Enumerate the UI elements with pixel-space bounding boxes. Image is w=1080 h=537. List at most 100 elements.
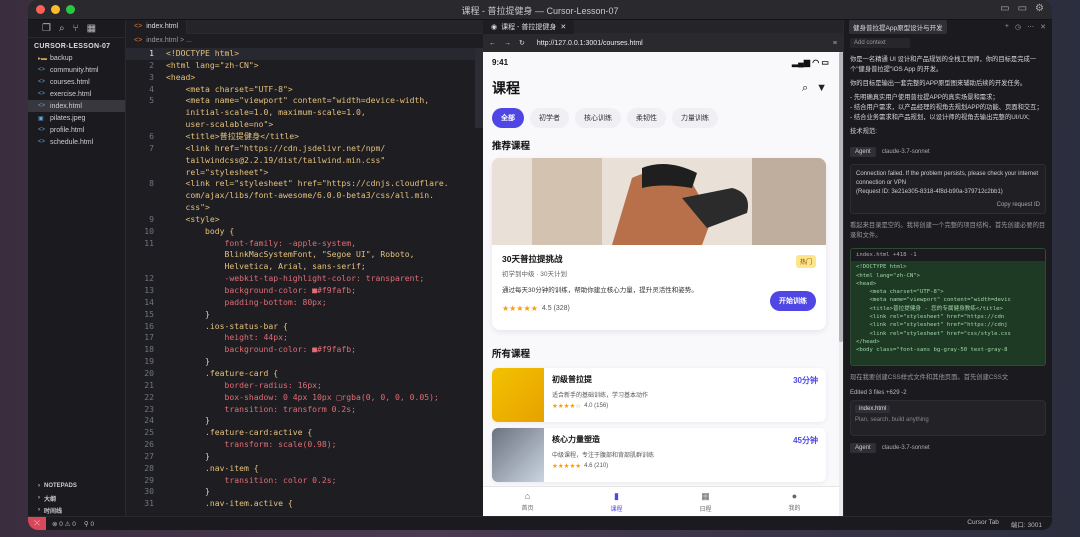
feature-card[interactable]: 30天普拉提挑战 初学到中级 · 30天计划 通过每天30分钟的训练，帮助你建立…: [492, 158, 826, 330]
search-icon[interactable]: ⌕: [59, 23, 65, 34]
file-item[interactable]: <> profile.html: [28, 124, 125, 136]
file-item[interactable]: <> exercise.html: [28, 88, 125, 100]
code-area[interactable]: 1 <!DOCTYPE html> 2 <html lang="zh-CN"> 3 <he…: [126, 48, 483, 516]
chip-beginner[interactable]: 初学者: [530, 108, 569, 128]
problems-status[interactable]: ⊗ 0 ⚠ 0: [52, 520, 76, 528]
code-line: transform: scale(0.98);: [166, 439, 337, 450]
chip-all[interactable]: 全部: [492, 108, 524, 128]
add-context-button[interactable]: Add context: [850, 38, 910, 48]
file-item[interactable]: <> index.html: [28, 100, 125, 112]
extensions-icon[interactable]: ▦: [87, 23, 96, 34]
html-file-icon: <>: [134, 23, 143, 30]
course-duration: 30分钟: [793, 376, 818, 385]
code-line: box-shadow: 0 4px 10px □rgba(0, 0, 0, 0.…: [166, 391, 439, 402]
port-status[interactable]: 端口: 3001: [1011, 519, 1042, 529]
file-item[interactable]: ▣ pilates.jpeg: [28, 112, 125, 124]
history-icon[interactable]: ◷: [1015, 23, 1021, 31]
start-training-button[interactable]: 开始训练: [770, 291, 816, 311]
line-number: 30: [144, 486, 154, 497]
code-diff-block[interactable]: index.html +418 -1 <!DOCTYPE html> <html …: [850, 248, 1046, 366]
model-select[interactable]: claude-3.7-sonnet: [882, 149, 930, 155]
chip-flexibility[interactable]: 柔韧性: [627, 108, 666, 128]
file-item[interactable]: <> schedule.html: [28, 136, 125, 148]
outline-section[interactable]: › 大纲: [28, 492, 125, 504]
chip-strength[interactable]: 力量训练: [672, 108, 718, 128]
nav-profile[interactable]: ● 我的: [750, 487, 839, 516]
back-icon[interactable]: ←: [489, 40, 496, 47]
line-number: 10: [144, 225, 154, 236]
code-line: BlinkMacSystemFont, "Segoe UI", Roboto,: [166, 249, 415, 260]
nav-courses[interactable]: ▮ 课程: [572, 487, 661, 516]
html-file-icon: <>: [38, 103, 46, 109]
url-bar: ← → ↻ http://127.0.0.1:3001/courses.html…: [483, 34, 843, 52]
close-icon[interactable]: ✕: [560, 23, 566, 31]
model-select[interactable]: claude-3.7-sonnet: [882, 445, 930, 451]
url-input[interactable]: http://127.0.0.1:3001/courses.html: [537, 40, 643, 47]
reload-icon[interactable]: ↻: [519, 39, 525, 47]
nav-schedule[interactable]: ▦ 日程: [661, 487, 750, 516]
editor-tab-index[interactable]: <> index.html: [126, 19, 188, 34]
search-icon[interactable]: ⌕: [802, 82, 808, 95]
timeline-section[interactable]: › 时间线: [28, 504, 125, 516]
book-icon: ▮: [614, 490, 619, 501]
notepads-section[interactable]: › NOTEPADS: [28, 480, 125, 492]
project-name[interactable]: CURSOR-LESSON-07: [28, 38, 125, 52]
agent-mode-select[interactable]: Agent: [850, 443, 876, 453]
page-title: 课程: [492, 80, 520, 96]
line-number: 17: [144, 332, 154, 343]
code-line: initial-scale=1.0, maximum-scale=1.0,: [166, 107, 366, 118]
bottom-nav: ⌂ 首页 ▮ 课程 ▦ 日程 ● 我的: [483, 486, 839, 516]
code-line: css">: [166, 202, 210, 213]
feature-subtitle: 初学到中级 · 30天计划: [502, 271, 568, 278]
explorer-icon[interactable]: ❐: [42, 23, 51, 34]
settings-gear-icon[interactable]: ⚙: [1035, 3, 1044, 14]
line-number: 1: [149, 48, 154, 58]
chip-core[interactable]: 核心训练: [575, 108, 621, 128]
toggle-sidebar-icon[interactable]: ▭: [1000, 3, 1009, 14]
close-icon[interactable]: ✕: [1040, 23, 1046, 31]
copy-request-id-button[interactable]: Copy request ID: [997, 201, 1040, 210]
add-icon[interactable]: +: [1005, 23, 1009, 31]
remote-icon[interactable]: ⤬: [28, 516, 46, 530]
menu-icon[interactable]: ≡: [833, 40, 837, 47]
file-item[interactable]: <> courses.html: [28, 76, 125, 88]
agent-mode-select[interactable]: Agent: [850, 147, 876, 157]
editor-scrollbar[interactable]: [475, 48, 483, 128]
browser-preview: ◉ 课程 - 普拉提健身 ✕ ← → ↻ http://127.0.0.1:30…: [483, 19, 843, 516]
code-line: background-color: ■#f9fafb;: [166, 285, 357, 295]
cursor-tab-status[interactable]: Cursor Tab: [967, 519, 999, 529]
code-line: font-family: -apple-system,: [166, 237, 357, 248]
forward-icon[interactable]: →: [504, 40, 511, 47]
globe-icon: ◉: [491, 23, 498, 31]
course-card[interactable]: 初级普拉提 适合新手的基础训练，学习基本动作 ★★★★☆ 4.0 (156) 30…: [492, 368, 826, 422]
file-item[interactable]: ▸▬ backup: [28, 52, 125, 64]
line-number: 6: [149, 130, 154, 141]
line-number: 26: [144, 439, 154, 450]
source-control-icon[interactable]: ⑂: [73, 23, 79, 34]
filter-icon[interactable]: ▼: [816, 82, 827, 95]
title-bar: 课程 - 普拉提健身 — Cursor-Lesson-07 ▭ ▭ ⚙: [28, 0, 1052, 20]
file-reference-chip[interactable]: index.html: [855, 405, 891, 413]
toggle-panel-icon[interactable]: ▭: [1018, 3, 1027, 14]
html-file-icon: <>: [38, 91, 46, 97]
file-item[interactable]: <> community.html: [28, 64, 125, 76]
nav-home[interactable]: ⌂ 首页: [483, 487, 572, 516]
more-icon[interactable]: ⋯: [1027, 23, 1034, 31]
rating-text: 4.5 (328): [541, 305, 570, 312]
line-number: 24: [144, 415, 154, 426]
chat-tab[interactable]: 健身普拉提App原型设计与开发: [849, 20, 947, 34]
course-duration: 45分钟: [793, 436, 818, 445]
code-line: .ios-status-bar {: [166, 320, 288, 331]
calendar-icon: ▦: [701, 490, 710, 501]
code-line: .feature-card:active {: [166, 427, 313, 438]
chat-input[interactable]: index.html Plan, search, build anything: [850, 400, 1046, 436]
course-card[interactable]: 核心力量塑造 中级课程，专注于腹部和背部肌群训练 ★★★★★ 4.6 (210) …: [492, 428, 826, 482]
browser-tab[interactable]: ◉ 课程 - 普拉提健身 ✕: [483, 19, 575, 34]
edited-files-summary[interactable]: Edited 3 files +629 -2: [850, 390, 1046, 396]
line-number: 19: [144, 356, 154, 367]
image-file-icon: ▣: [38, 115, 44, 122]
cursor-window: 课程 - 普拉提健身 — Cursor-Lesson-07 ▭ ▭ ⚙ ❐ ⌕ …: [28, 0, 1052, 530]
line-number: 13: [144, 285, 154, 295]
line-number: 2: [149, 59, 154, 70]
ports-status[interactable]: ⚲ 0: [84, 520, 94, 528]
